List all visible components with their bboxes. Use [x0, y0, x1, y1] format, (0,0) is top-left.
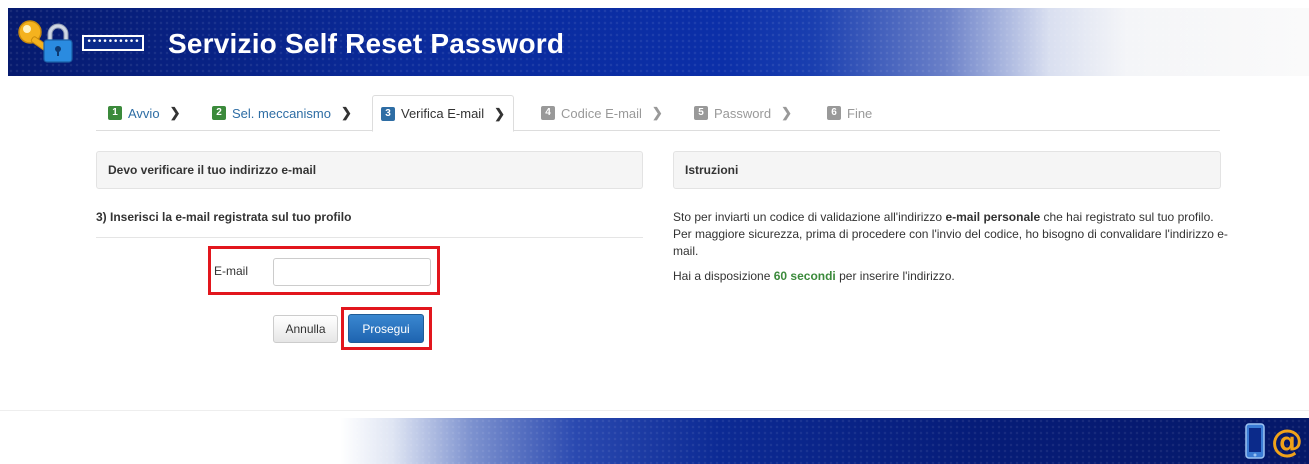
section-title: 3) Inserisci la e-mail registrata sul tu…: [96, 210, 352, 224]
instructions-text: Sto per inviarti un codice di validazion…: [673, 209, 1233, 293]
phone-icon: [1245, 423, 1265, 459]
chevron-right-icon: ❯: [494, 105, 505, 121]
instructions-heading: Istruzioni: [673, 151, 1221, 189]
step-label: Sel. meccanismo: [232, 105, 331, 121]
step-number: 1: [108, 106, 122, 120]
step-password: 5 Password ❯: [694, 95, 792, 131]
verify-email-heading: Devo verificare il tuo indirizzo e-mail: [96, 151, 643, 189]
step-label: Codice E-mail: [561, 105, 642, 121]
step-number: 3: [381, 106, 395, 121]
instructions-paragraph: Sto per inviarti un codice di validazion…: [673, 210, 1228, 258]
step-number: 4: [541, 106, 555, 120]
divider: [96, 237, 643, 238]
chevron-right-icon: ❯: [340, 105, 352, 120]
step-number: 2: [212, 106, 226, 120]
step-label: Fine: [847, 105, 873, 121]
at-icon: @: [1271, 422, 1303, 460]
header-banner: •••••••••• Servizio Self Reset Password: [8, 8, 1309, 76]
next-button[interactable]: Prosegui: [348, 314, 424, 343]
step-codice-email: 4 Codice E-mail ❯: [541, 95, 663, 131]
email-input[interactable]: [273, 258, 431, 286]
step-verifica-email: 3 Verifica E-mail ❯: [372, 95, 514, 132]
step-label: Avvio: [128, 105, 160, 121]
step-avvio: 1 Avvio ❯: [108, 95, 180, 131]
chevron-right-icon: ❯: [781, 105, 792, 120]
instructions-timer: Hai a disposizione 60 secondi per inseri…: [673, 269, 955, 283]
cancel-button[interactable]: Annulla: [273, 315, 338, 343]
step-sel-meccanismo: 2 Sel. meccanismo ❯: [212, 95, 352, 131]
wizard-steps: 1 Avvio ❯ 2 Sel. meccanismo ❯ 3 Verifica…: [96, 95, 1220, 132]
step-label: Password: [714, 105, 772, 121]
step-fine: 6 Fine: [827, 95, 872, 131]
step-label: Verifica E-mail: [401, 106, 485, 121]
email-label: E-mail: [214, 264, 249, 278]
footer-icons: @: [1243, 418, 1303, 464]
chevron-right-icon: ❯: [651, 105, 663, 120]
footer-divider: [0, 410, 1309, 411]
password-field-graphic: ••••••••••: [82, 35, 144, 51]
chevron-right-icon: ❯: [169, 105, 181, 120]
key-lock-icon: [18, 20, 73, 63]
app-title: Servizio Self Reset Password: [168, 28, 565, 59]
step-number: 5: [694, 106, 708, 120]
footer-banner: @: [0, 418, 1309, 464]
step-number: 6: [827, 106, 841, 120]
